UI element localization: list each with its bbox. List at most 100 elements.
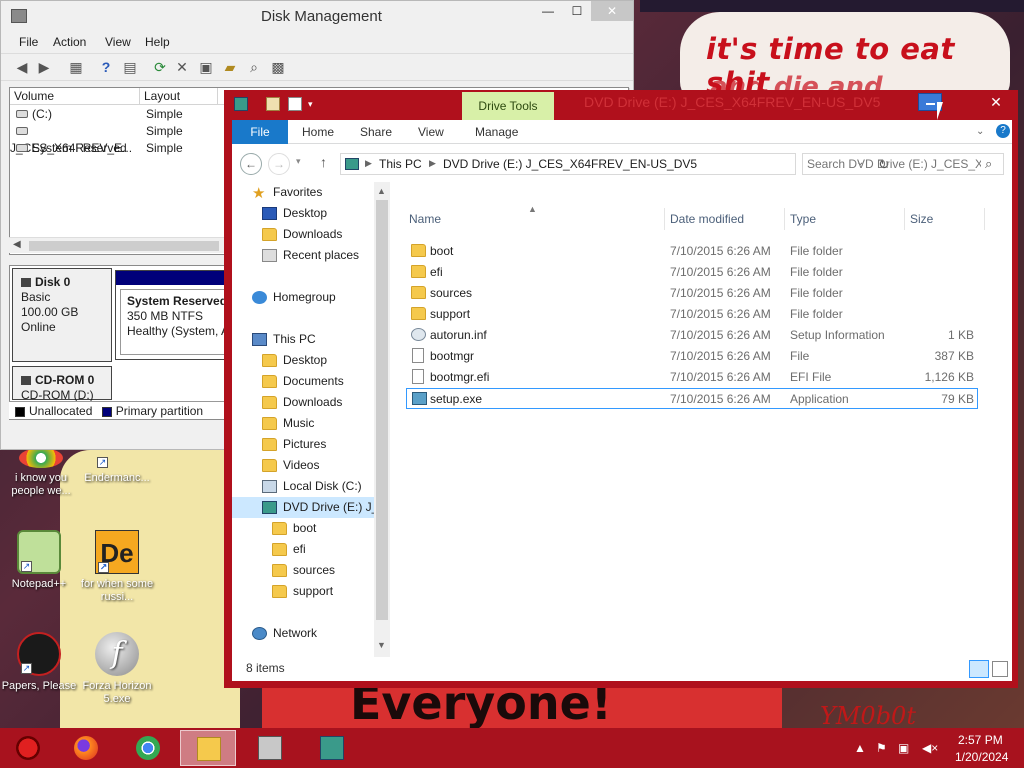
help-icon[interactable]: ?: [996, 124, 1010, 138]
taskbar-firefox[interactable]: [58, 730, 114, 766]
recent-locations-icon[interactable]: ▾: [296, 156, 301, 167]
breadcrumb-dvd-drive[interactable]: DVD Drive (E:) J_CES_X64FREV_EN-US_DV5: [443, 157, 697, 171]
search-input[interactable]: [807, 156, 981, 172]
nav-desktop[interactable]: Desktop: [232, 203, 374, 224]
column-header-size[interactable]: Size: [910, 212, 933, 226]
details-view-button[interactable]: [969, 660, 989, 678]
qat-dropdown-icon[interactable]: ▾: [308, 97, 322, 111]
taskbar-file-explorer[interactable]: [180, 730, 236, 766]
properties-icon[interactable]: [266, 97, 280, 111]
scroll-left-icon[interactable]: ◀: [13, 239, 21, 250]
help-icon[interactable]: ?: [97, 59, 115, 76]
nav-this-pc[interactable]: This PC: [232, 329, 374, 350]
forward-arrow-icon[interactable]: ▶: [35, 59, 53, 76]
maximize-button[interactable]: ☐: [563, 1, 591, 21]
nav-support[interactable]: support: [232, 581, 374, 602]
nav-documents[interactable]: Documents: [232, 371, 374, 392]
scrollbar-thumb[interactable]: [29, 241, 219, 251]
column-header-volume[interactable]: Volume: [10, 88, 140, 105]
column-header-name[interactable]: Name: [409, 212, 441, 226]
desktop-icon-notepad-plus-plus[interactable]: ↗ Notepad++: [0, 530, 78, 591]
scroll-down-icon[interactable]: ▼: [377, 640, 386, 650]
menu-view[interactable]: View: [105, 35, 131, 49]
nav-boot[interactable]: boot: [232, 518, 374, 539]
breadcrumb-this-pc[interactable]: This PC: [379, 157, 422, 171]
action-center-flag-icon[interactable]: ⚑: [876, 741, 887, 755]
explorer-titlebar[interactable]: ▾ Drive Tools DVD Drive (E:) J_CES_X64FR…: [224, 90, 1018, 120]
column-divider[interactable]: [984, 208, 985, 230]
nav-music[interactable]: Music: [232, 413, 374, 434]
search-icon[interactable]: ⌕: [245, 59, 263, 76]
search-box[interactable]: ⌕: [802, 153, 1004, 175]
show-hidden-icons-icon[interactable]: ▲: [854, 741, 866, 755]
console-tree-icon[interactable]: ▦: [67, 59, 85, 76]
taskbar-disk-management[interactable]: [242, 730, 298, 766]
folder-open-icon[interactable]: ▰: [221, 59, 239, 76]
column-divider[interactable]: [664, 208, 665, 230]
up-arrow-icon[interactable]: ↑: [320, 154, 327, 170]
volume-muted-icon[interactable]: ◀×: [922, 741, 938, 755]
nav-pc-desktop[interactable]: Desktop: [232, 350, 374, 371]
taskbar-chrome[interactable]: [120, 730, 176, 766]
clock-date[interactable]: 1/20/2024: [955, 750, 1008, 764]
table-row[interactable]: bootmgr 7/10/2015 6:26 AM File 387 KB: [406, 346, 978, 367]
nav-downloads[interactable]: Downloads: [232, 224, 374, 245]
settings-icon[interactable]: ▩: [269, 59, 287, 76]
nav-local-disk[interactable]: Local Disk (C:): [232, 476, 374, 497]
disk-management-titlebar[interactable]: Disk Management — ☐ ✕: [1, 1, 633, 31]
close-button[interactable]: ✕: [978, 92, 1014, 112]
back-arrow-icon[interactable]: ◀: [13, 59, 31, 76]
table-row[interactable]: bootmgr.efi 7/10/2015 6:26 AM EFI File 1…: [406, 367, 978, 388]
nav-pictures[interactable]: Pictures: [232, 434, 374, 455]
nav-network[interactable]: Network: [232, 623, 374, 644]
nav-dvd-drive[interactable]: DVD Drive (E:) J_C: [232, 497, 374, 518]
scrollbar-thumb[interactable]: [376, 200, 388, 620]
minimize-button[interactable]: —: [533, 1, 563, 21]
tab-home[interactable]: Home: [302, 125, 334, 139]
clock-time[interactable]: 2:57 PM: [958, 733, 1003, 747]
column-divider[interactable]: [784, 208, 785, 230]
nav-favorites[interactable]: ★ Favorites: [232, 182, 374, 203]
nav-sources[interactable]: sources: [232, 560, 374, 581]
cdrom-0-label[interactable]: CD-ROM 0 CD-ROM (D:): [12, 366, 112, 402]
search-icon[interactable]: ⌕: [985, 156, 992, 172]
nav-homegroup[interactable]: Homegroup: [232, 287, 374, 308]
properties-icon[interactable]: ▤: [121, 59, 139, 76]
desktop-icon-for-when[interactable]: De ↗ for when some russi...: [78, 530, 156, 604]
start-button[interactable]: [0, 730, 56, 766]
menu-action[interactable]: Action: [53, 35, 86, 49]
table-row-selected[interactable]: setup.exe 7/10/2015 6:26 AM Application …: [406, 388, 978, 409]
column-header-type[interactable]: Type: [790, 212, 816, 226]
table-row[interactable]: efi 7/10/2015 6:26 AM File folder: [406, 262, 978, 283]
tab-file[interactable]: File: [232, 120, 288, 144]
tab-manage[interactable]: Manage: [475, 125, 518, 139]
address-bar[interactable]: ▶ This PC ▶ DVD Drive (E:) J_CES_X64FREV…: [340, 153, 890, 175]
table-row[interactable]: boot 7/10/2015 6:26 AM File folder: [406, 241, 978, 262]
nav-pc-downloads[interactable]: Downloads: [232, 392, 374, 413]
tab-view[interactable]: View: [418, 125, 444, 139]
desktop-icon-papers-please[interactable]: ↗ Papers, Please: [0, 632, 78, 693]
expand-ribbon-icon[interactable]: ⌄: [976, 126, 984, 137]
scroll-up-icon[interactable]: ▲: [377, 186, 386, 196]
delete-icon[interactable]: ✕: [173, 59, 191, 76]
refresh-icon[interactable]: ⟳: [151, 59, 169, 76]
table-row[interactable]: autorun.inf 7/10/2015 6:26 AM Setup Info…: [406, 325, 978, 346]
drive-tools-tab[interactable]: Drive Tools: [462, 92, 554, 120]
taskbar-setup[interactable]: [304, 730, 360, 766]
column-header-layout[interactable]: Layout: [140, 88, 218, 105]
tab-share[interactable]: Share: [360, 125, 392, 139]
disk-0-label[interactable]: Disk 0 Basic 100.00 GB Online: [12, 268, 112, 362]
menu-file[interactable]: File: [19, 35, 38, 49]
column-header-date[interactable]: Date modified: [670, 212, 744, 226]
back-button[interactable]: ←: [240, 153, 262, 175]
desktop-icon-forza-horizon[interactable]: f Forza Horizon 5.exe: [78, 632, 156, 706]
table-row[interactable]: sources 7/10/2015 6:26 AM File folder: [406, 283, 978, 304]
check-icon[interactable]: ▣: [197, 59, 215, 76]
column-divider[interactable]: [904, 208, 905, 230]
forward-button[interactable]: →: [268, 153, 290, 175]
table-row[interactable]: support 7/10/2015 6:26 AM File folder: [406, 304, 978, 325]
nav-efi[interactable]: efi: [232, 539, 374, 560]
nav-recent-places[interactable]: Recent places: [232, 245, 374, 266]
network-icon[interactable]: ▣: [898, 741, 909, 755]
close-button[interactable]: ✕: [591, 1, 633, 21]
